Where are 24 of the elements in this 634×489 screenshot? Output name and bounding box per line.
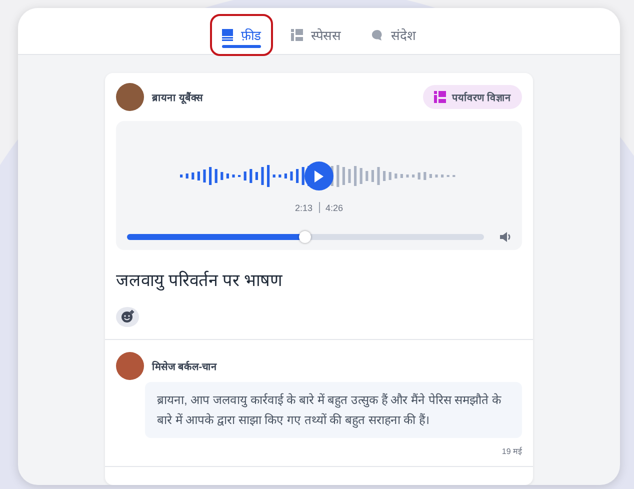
total-duration: 4:26	[326, 202, 344, 212]
spaces-icon	[291, 29, 303, 41]
space-tag-label: पर्यावरण विज्ञान	[452, 90, 511, 104]
seek-slider[interactable]	[126, 234, 484, 240]
slider-handle[interactable]	[299, 231, 311, 243]
avatar	[116, 83, 144, 111]
nav-tab[interactable]: फ़ीड	[210, 14, 273, 56]
elapsed-time: 2:13	[294, 202, 312, 212]
smiley-plus-icon	[121, 310, 134, 324]
post-title: जलवायु परिवर्तन पर भाषण	[115, 270, 284, 291]
avatar	[116, 352, 144, 380]
spaces-icon	[434, 91, 446, 103]
volume-icon[interactable]	[500, 231, 512, 243]
list-icon	[222, 29, 233, 41]
play-icon	[314, 170, 324, 182]
commenter-name: मिसेज बर्कल-चान	[152, 360, 218, 374]
author-name: ब्रायना यूबैंक्स	[152, 90, 203, 104]
nav-tab[interactable]: स्पेसस	[279, 14, 353, 56]
add-reaction-button[interactable]	[116, 306, 139, 328]
comment-date: 19 मई	[502, 446, 522, 456]
chat-bubble-icon	[371, 29, 383, 41]
nav-tab[interactable]: संदेश	[359, 14, 428, 56]
play-button[interactable]	[304, 162, 334, 190]
comment-text: ब्रायना, आप जलवायु कार्रवाई के बारे में बहुत उत्सुक हैं और मैंने पेरिस समझौते के बारे में आपके द्वारा साझा किए गए तथ्यों की बहुत सराहना की हैं।	[145, 382, 522, 438]
